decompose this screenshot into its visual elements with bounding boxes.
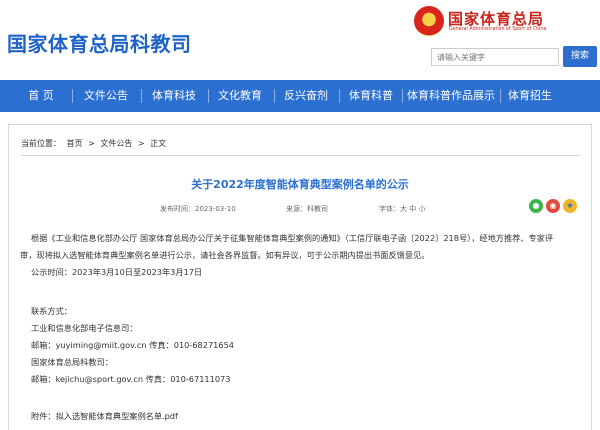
- nav-item-sports-tech[interactable]: 体育科技: [148, 80, 200, 112]
- publish-date: 发布时间：2023-03-10: [160, 205, 236, 213]
- national-emblem-icon: [414, 6, 444, 36]
- breadcrumb: 当前位置： 首页 > 文件公告 > 正文: [21, 138, 169, 149]
- publicity-period: 公示时间：2023年3月10日至2023年3月17日: [31, 267, 203, 277]
- brand-name-en: General Administration of Sport of China: [449, 27, 547, 32]
- nav-separator: [141, 89, 142, 103]
- breadcrumb-announcements[interactable]: 文件公告: [100, 139, 132, 148]
- nav-item-popular-science[interactable]: 体育科普: [345, 80, 397, 112]
- paragraph-line: 审，现将拟入选智能体育典型案例名单进行公示，请社会各界监督。如有异议，可于公示期…: [20, 250, 430, 260]
- search-input[interactable]: [431, 48, 559, 66]
- contact-info-miit: 邮箱：yuyiming@miit.gov.cn 传真：010-68271654: [31, 340, 235, 350]
- contact-org-sport: 国家体育总局科教司：: [31, 357, 113, 367]
- nav-separator: [402, 89, 403, 103]
- search-button[interactable]: 搜索: [563, 46, 597, 67]
- contact-label: 联系方式：: [31, 306, 72, 316]
- article-source: 来源：科教司: [286, 205, 328, 213]
- nav-item-science-works[interactable]: 体育科普作品展示: [404, 80, 498, 112]
- favorite-icon[interactable]: ★: [563, 199, 577, 213]
- divider: [21, 155, 581, 156]
- wechat-icon[interactable]: ●: [529, 199, 543, 213]
- site-header: 国家体育总局科教司 国家体育总局 General Administration …: [0, 0, 600, 78]
- article-title: 关于2022年度智能体育典型案例名单的公示: [191, 178, 409, 191]
- brand-logo[interactable]: 国家体育总局 General Administration of Sport o…: [414, 6, 596, 38]
- contact-org-miit: 工业和信息化部电子信息司：: [31, 323, 138, 333]
- attachment-link[interactable]: 附件：拟入选智能体育典型案例名单.pdf: [31, 410, 178, 422]
- breadcrumb-separator: >: [137, 139, 145, 148]
- nav-separator: [339, 89, 340, 103]
- breadcrumb-current: 正文: [150, 139, 167, 148]
- nav-separator: [274, 89, 275, 103]
- font-size-selector[interactable]: 字体：大 中 小: [379, 204, 425, 214]
- site-title[interactable]: 国家体育总局科教司: [7, 28, 192, 57]
- breadcrumb-separator: >: [88, 139, 95, 148]
- nav-item-culture-education[interactable]: 文化教育: [214, 80, 266, 112]
- weibo-icon[interactable]: ◉: [546, 199, 560, 213]
- breadcrumb-home[interactable]: 首页: [67, 139, 83, 148]
- nav-item-home[interactable]: 首 页: [20, 80, 62, 112]
- nav-item-admissions[interactable]: 体育招生: [504, 80, 556, 112]
- breadcrumb-label: 当前位置：: [21, 139, 61, 148]
- paragraph-line: 根据《工业和信息化部办公厅 国家体育总局办公厅关于征集智能体育典型案例的通知》（…: [31, 233, 554, 243]
- nav-separator: [208, 89, 209, 103]
- brand-name-cn: 国家体育总局: [448, 10, 545, 28]
- main-nav: 首 页 文件公告 体育科技 文化教育 反兴奋剂 体育科普 体育科普作品展示 体育…: [0, 80, 600, 112]
- nav-item-announcements[interactable]: 文件公告: [80, 80, 132, 112]
- nav-item-anti-doping[interactable]: 反兴奋剂: [280, 80, 332, 112]
- nav-separator: [72, 89, 73, 103]
- contact-info-sport: 邮箱：kejichu@sport.gov.cn 传真：010-67111073: [31, 374, 231, 384]
- nav-separator: [500, 89, 501, 103]
